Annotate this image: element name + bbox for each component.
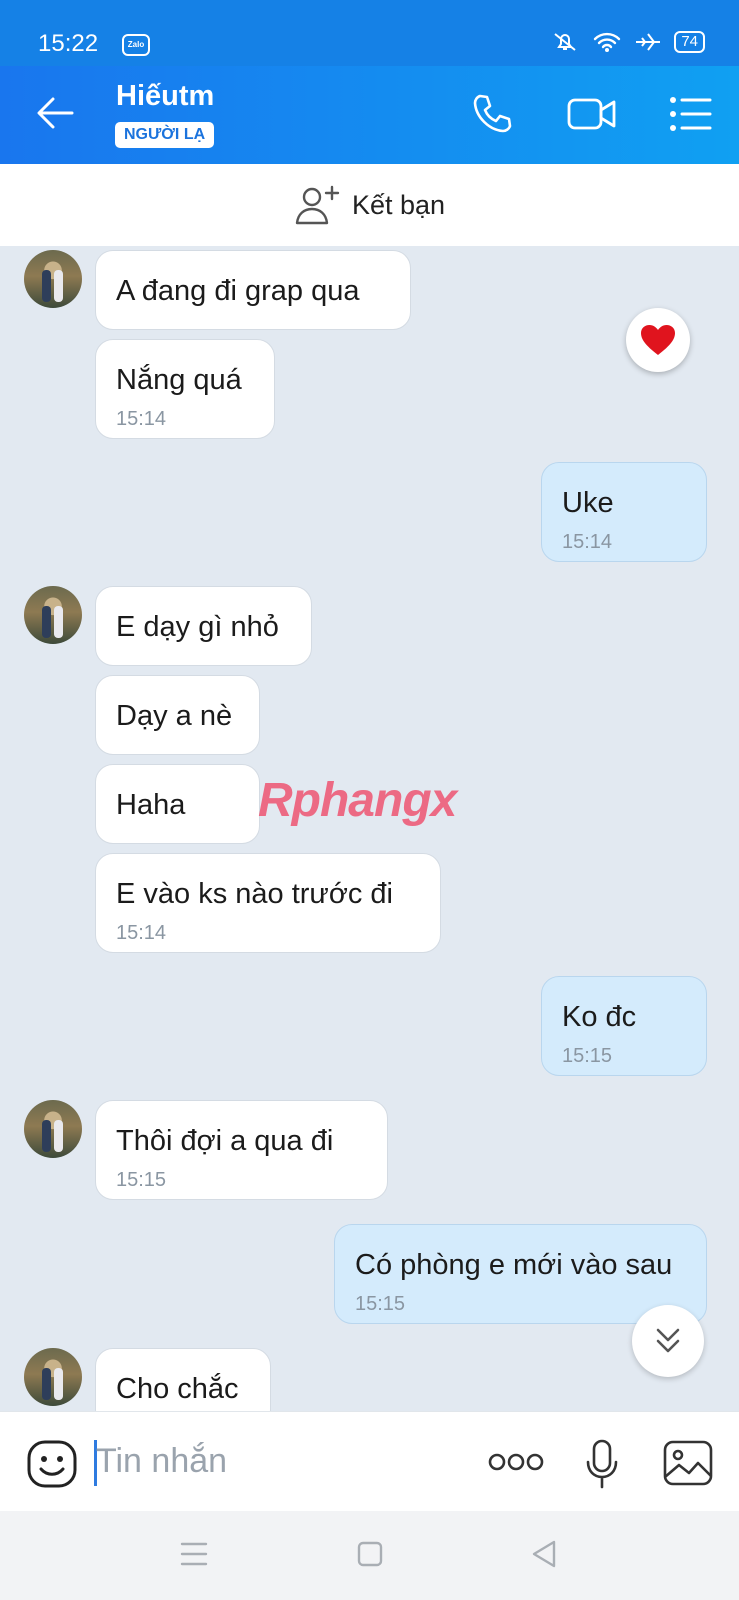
message-input[interactable]: Tin nhắn [96, 1442, 227, 1481]
message-text: Ko đc [562, 1001, 637, 1033]
chat-header: Hiếutm NGƯỜI LẠ [0, 66, 739, 164]
battery-icon: 74 [674, 31, 705, 53]
message-bubble[interactable]: Nắng quá 15:14 [95, 339, 275, 439]
message-time: 15:15 [562, 1045, 613, 1067]
message-time: 15:14 [562, 531, 613, 553]
airplane-icon [636, 33, 661, 51]
message-time: 15:14 [116, 408, 167, 430]
message-time: 15:15 [116, 1169, 167, 1191]
message-text: Nắng quá [116, 364, 242, 396]
message-bubble[interactable]: Dạy a nè [95, 675, 260, 755]
contact-name[interactable]: Hiếutm [116, 80, 214, 113]
message-input-bar: Tin nhắn [0, 1411, 739, 1512]
home-icon[interactable] [357, 1541, 383, 1567]
message-bubble[interactable]: E dạy gì nhỏ [95, 586, 312, 666]
avatar[interactable] [24, 1348, 82, 1406]
message-bubble[interactable]: Haha [95, 764, 260, 844]
message-text: Dạy a nè [116, 700, 233, 732]
more-icon[interactable] [488, 1452, 544, 1472]
back-arrow-icon[interactable] [36, 96, 74, 130]
message-bubble[interactable]: E vào ks nào trước đi 15:14 [95, 853, 441, 953]
scroll-down-icon[interactable] [632, 1305, 704, 1377]
menu-list-icon[interactable] [668, 92, 712, 136]
back-nav-icon[interactable] [530, 1539, 558, 1569]
phone-icon[interactable] [470, 92, 514, 136]
heart-reaction-icon[interactable] [626, 308, 690, 372]
message-text: Có phòng e mới vào sau [355, 1249, 673, 1281]
add-friend-label: Kết bạn [351, 189, 446, 220]
video-call-icon[interactable] [566, 92, 618, 136]
message-time: 15:14 [116, 922, 167, 944]
message-bubble[interactable]: Ko đc 15:15 [541, 976, 707, 1076]
message-text: Cho chắc [116, 1373, 239, 1405]
avatar[interactable] [24, 586, 82, 644]
stranger-badge: NGƯỜI LẠ [115, 122, 215, 148]
system-nav-bar [0, 1511, 739, 1600]
message-text: Uke [562, 487, 614, 519]
message-bubble[interactable]: Thôi đợi a qua đi 15:15 [95, 1100, 388, 1200]
message-time: 15:15 [355, 1293, 406, 1315]
wifi-icon [594, 32, 621, 52]
status-time: 15:22 [38, 30, 99, 57]
image-icon[interactable] [662, 1439, 714, 1487]
message-text: Haha [116, 789, 186, 821]
message-text: Thôi đợi a qua đi [116, 1125, 334, 1157]
mute-bell-icon [554, 33, 576, 51]
watermark-text: Rphangx [258, 774, 457, 827]
status-icons: 74 [550, 30, 705, 54]
mic-icon[interactable] [584, 1438, 620, 1490]
add-friend-icon [295, 185, 340, 225]
emoji-icon[interactable] [26, 1439, 78, 1489]
status-bar: 15:22 Zalo 74 [0, 0, 739, 66]
message-text: A đang đi grap qua [116, 275, 360, 307]
message-text: E dạy gì nhỏ [116, 611, 279, 643]
recent-apps-icon[interactable] [180, 1541, 208, 1567]
message-text: E vào ks nào trước đi [116, 878, 393, 910]
message-bubble[interactable]: A đang đi grap qua [95, 250, 411, 330]
avatar[interactable] [24, 250, 82, 308]
avatar[interactable] [24, 1100, 82, 1158]
add-friend-bar[interactable]: Kết bạn [0, 164, 739, 246]
zalo-notification-icon: Zalo [122, 34, 150, 56]
message-bubble[interactable]: Uke 15:14 [541, 462, 707, 562]
